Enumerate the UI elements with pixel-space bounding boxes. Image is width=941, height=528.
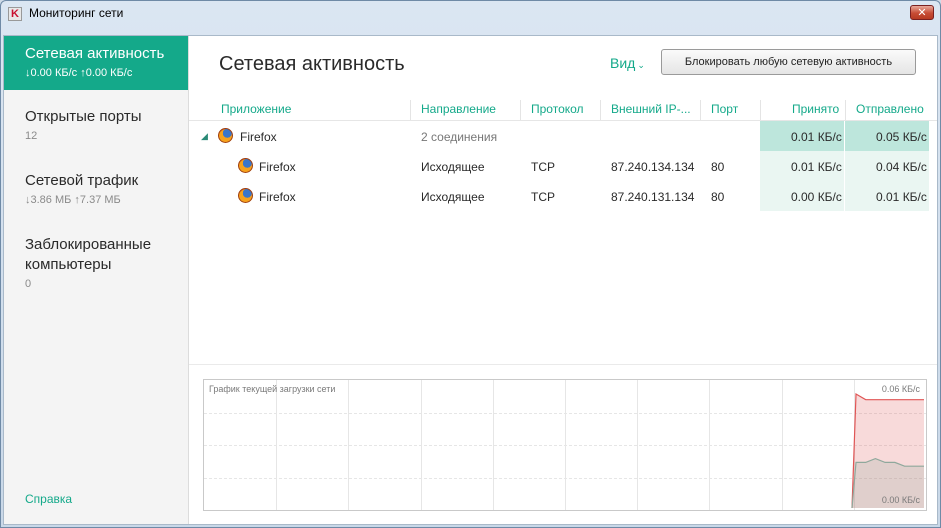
network-monitor-window: K Мониторинг сети ✕ Сетевая активность ↓… [0, 0, 941, 528]
group-app-name: Firefox [240, 130, 277, 144]
row-sent: 0.01 КБ/с [876, 190, 927, 204]
row-received: 0.00 КБ/с [791, 190, 842, 204]
group-sent: 0.05 КБ/с [876, 130, 927, 144]
column-header-port[interactable]: Порт [711, 102, 738, 116]
view-menu-label: Вид [610, 55, 636, 71]
row-remote-ip: 87.240.131.134 [611, 190, 695, 204]
section-divider [189, 364, 937, 365]
row-received: 0.01 КБ/с [791, 160, 842, 174]
firefox-icon [238, 158, 253, 173]
page-title: Сетевая активность [219, 53, 405, 75]
sidebar-item-sub: ↓0.00 КБ/с ↑0.00 КБ/с [25, 67, 133, 79]
column-header-application[interactable]: Приложение [221, 102, 291, 116]
help-link[interactable]: Справка [25, 492, 72, 506]
group-received: 0.01 КБ/с [791, 130, 842, 144]
row-app-name: Firefox [259, 160, 296, 174]
title-bar[interactable]: K Мониторинг сети ✕ [1, 1, 940, 27]
sidebar-item-sub: 12 [25, 130, 38, 142]
row-sent: 0.04 КБ/с [876, 160, 927, 174]
header-underline [189, 120, 937, 121]
client-area: Сетевая активность ↓0.00 КБ/с ↑0.00 КБ/с… [3, 35, 938, 525]
row-app-name: Firefox [259, 190, 296, 204]
sidebar-item-network-traffic[interactable]: Сетевой трафик ↓3.86 МБ ↑7.37 МБ [4, 171, 188, 206]
sidebar-item-open-ports[interactable]: Открытые порты 12 [4, 107, 188, 142]
row-direction: Исходящее [421, 190, 485, 204]
column-header-protocol[interactable]: Протокол [531, 102, 584, 116]
row-protocol: TCP [531, 190, 555, 204]
row-remote-ip: 87.240.134.134 [611, 160, 695, 174]
sidebar-item-label: Открытые порты [25, 108, 142, 125]
column-separator [760, 100, 761, 120]
row-port: 80 [711, 160, 725, 174]
column-separator [520, 100, 521, 120]
graph-min-label: 0.00 КБ/с [881, 495, 920, 505]
row-protocol: TCP [531, 160, 555, 174]
firefox-icon [238, 188, 253, 203]
sidebar: Сетевая активность ↓0.00 КБ/с ↑0.00 КБ/с… [4, 36, 189, 524]
window-title: Мониторинг сети [29, 6, 124, 20]
sidebar-item-label: Сетевой трафик [25, 172, 139, 189]
collapse-triangle-icon[interactable]: ◢ [201, 131, 208, 142]
close-button[interactable]: ✕ [910, 5, 934, 20]
row-port: 80 [711, 190, 725, 204]
kaspersky-app-icon: K [8, 7, 22, 21]
graph-title: График текущей загрузки сети [209, 384, 336, 394]
graph-canvas [204, 380, 926, 510]
column-header-received[interactable]: Принято [792, 102, 839, 116]
graph-max-label: 0.06 КБ/с [881, 384, 920, 394]
column-separator [410, 100, 411, 120]
column-separator [845, 100, 846, 120]
column-header-remote-ip[interactable]: Внешний IP-... [611, 102, 691, 116]
row-direction: Исходящее [421, 160, 485, 174]
view-menu-link[interactable]: Вид ⌄ [610, 55, 645, 71]
network-load-graph: График текущей загрузки сети 0.06 КБ/с 0… [203, 379, 927, 511]
column-separator [700, 100, 701, 120]
main-panel: Сетевая активность Вид ⌄ Блокировать любу… [189, 36, 937, 524]
sidebar-item-label: Сетевая активность [25, 45, 165, 62]
chevron-down-icon: ⌄ [637, 60, 645, 70]
sidebar-item-label: Заблокированные компьютеры [25, 236, 152, 273]
block-all-network-button[interactable]: Блокировать любую сетевую активность [661, 49, 916, 75]
sidebar-item-blocked-computers[interactable]: Заблокированные компьютеры 0 [4, 235, 174, 290]
sidebar-item-sub: ↓3.86 МБ ↑7.37 МБ [25, 194, 121, 206]
sidebar-item-network-activity[interactable]: Сетевая активность ↓0.00 КБ/с ↑0.00 КБ/с [4, 36, 188, 90]
sidebar-item-sub: 0 [25, 278, 32, 290]
column-header-sent[interactable]: Отправлено [856, 102, 924, 116]
column-header-direction[interactable]: Направление [421, 102, 496, 116]
firefox-icon [218, 128, 233, 143]
column-separator [600, 100, 601, 120]
group-connections-count: 2 соединения [421, 130, 498, 144]
